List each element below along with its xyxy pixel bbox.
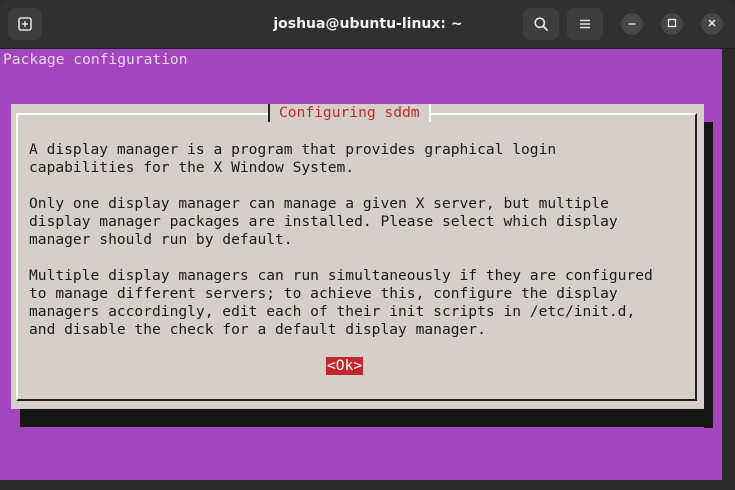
- terminal-window: joshua@ubuntu-linux: ~ Package configura…: [0, 0, 735, 490]
- minimize-icon: [627, 15, 637, 33]
- maximize-icon: [667, 15, 677, 33]
- close-button[interactable]: [701, 13, 723, 35]
- close-icon: [707, 15, 717, 33]
- dialog-paragraph: Multiple display managers can run simult…: [29, 267, 653, 338]
- maximize-button[interactable]: [661, 13, 683, 35]
- window-title: joshua@ubuntu-linux: ~: [273, 16, 463, 32]
- hamburger-menu-icon: [578, 17, 592, 31]
- new-tab-icon: [17, 16, 33, 32]
- title-bar: joshua@ubuntu-linux: ~: [0, 0, 735, 49]
- dialog-paragraph: Only one display manager can manage a gi…: [29, 195, 618, 248]
- dialog-title: Configuring sddm: [268, 104, 431, 122]
- menu-button[interactable]: [567, 8, 603, 40]
- dialog-shadow-bottom: [20, 409, 713, 427]
- package-configuration-header: Package configuration: [3, 51, 188, 68]
- dialog-shadow-right: [704, 122, 713, 428]
- dialog-paragraph: A display manager is a program that prov…: [29, 141, 557, 176]
- new-tab-button[interactable]: [8, 8, 42, 40]
- window-bottom-edge: [0, 480, 735, 490]
- dialog-message: A display manager is a program that prov…: [29, 141, 653, 357]
- terminal-area[interactable]: Package configuration Configuring sddm A…: [0, 49, 722, 480]
- minimize-button[interactable]: [621, 13, 643, 35]
- search-icon: [533, 16, 549, 32]
- search-button[interactable]: [523, 8, 559, 40]
- configuration-dialog: Configuring sddm A display manager is a …: [11, 104, 704, 409]
- scrollbar-track[interactable]: [722, 49, 735, 490]
- ok-button[interactable]: <Ok>: [326, 357, 364, 375]
